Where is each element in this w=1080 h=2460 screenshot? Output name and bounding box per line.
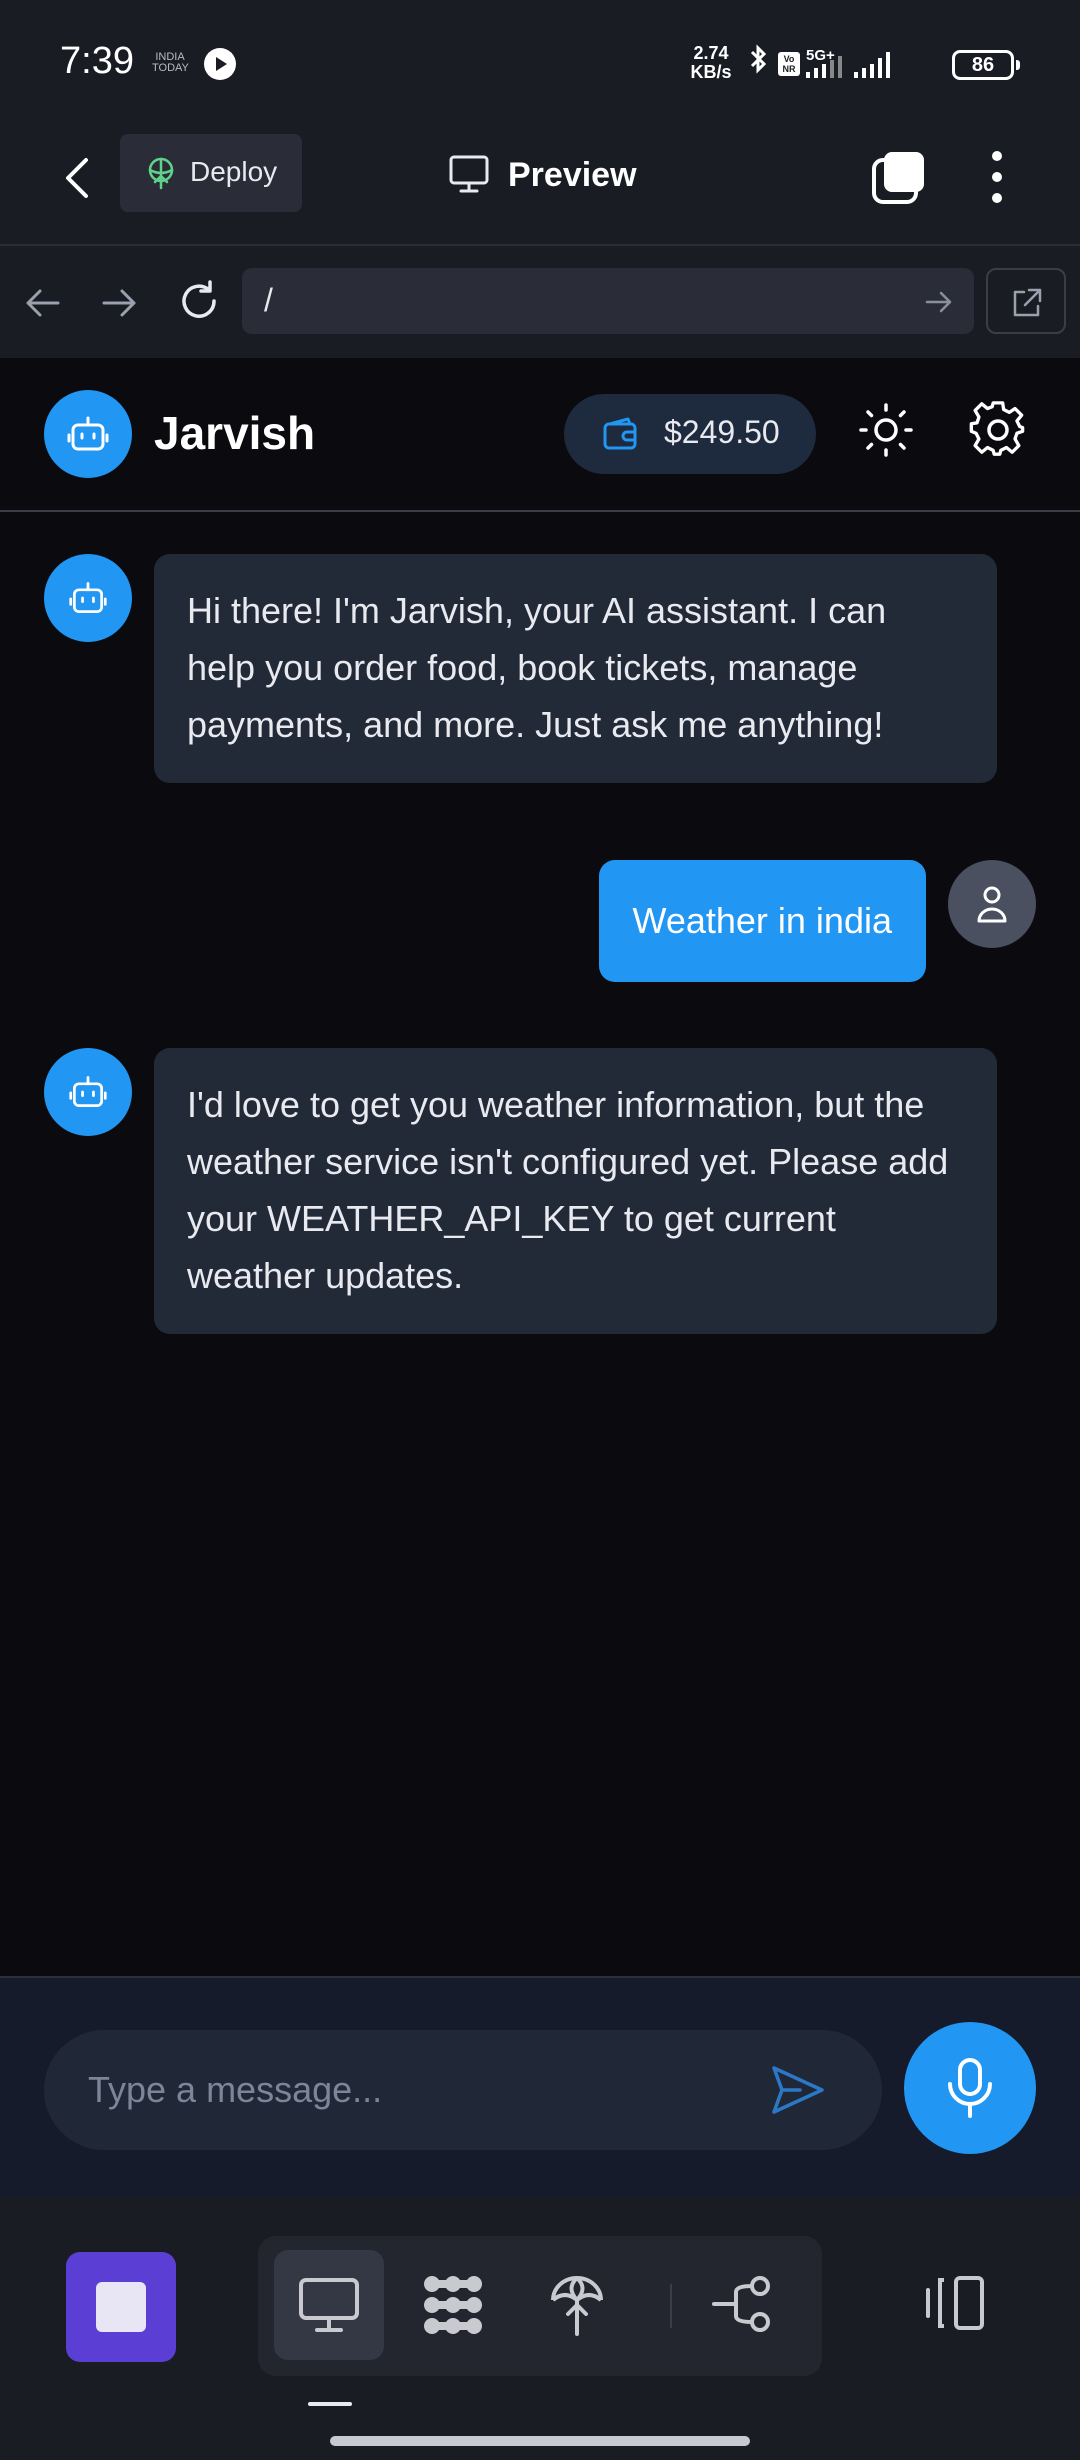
app-header: Jarvish $249.50 <box>0 358 1080 512</box>
battery-level: 86 <box>971 54 995 76</box>
status-bar: 7:39 INDIA TODAY 2.74 KB/s Vo NR 5G+ 86 <box>0 0 1080 120</box>
tool-apps[interactable] <box>398 2250 508 2360</box>
bot-icon <box>69 1076 107 1107</box>
battery-icon: 86 <box>952 50 1020 80</box>
deploy-button[interactable]: Deploy <box>120 134 302 212</box>
bot-icon <box>69 582 107 613</box>
active-tool-indicator <box>308 2402 352 2406</box>
tabs-icon[interactable] <box>870 148 928 206</box>
preview-label: Preview <box>508 156 637 194</box>
url-text[interactable]: / <box>264 282 273 319</box>
git-branch-icon <box>712 2276 770 2332</box>
monitor-icon <box>449 155 489 193</box>
side-panel-icon[interactable] <box>916 2266 996 2346</box>
network-speed-unit: KB/s <box>690 62 732 82</box>
tool-divider <box>670 2284 672 2328</box>
message-input[interactable] <box>88 2030 768 2150</box>
signal-icons: Vo NR 5G+ <box>750 44 890 78</box>
back-arrow-icon[interactable] <box>52 150 108 206</box>
assistant-message-bubble: I'd love to get you weather information,… <box>154 1048 997 1334</box>
top-app-bar: Deploy Preview <box>0 120 1080 246</box>
bottom-toolbar <box>0 2196 1080 2460</box>
svg-text:NR: NR <box>783 64 796 74</box>
apps-grid-icon <box>424 2276 482 2334</box>
sun-icon[interactable] <box>858 402 914 458</box>
user-message-bubble: Weather in india <box>598 860 926 982</box>
stop-button[interactable] <box>66 2252 176 2362</box>
assistant-message-bubble: Hi there! I'm Jarvish, your AI assistant… <box>154 554 997 783</box>
message-input-container[interactable] <box>44 2030 882 2150</box>
external-link-icon <box>1013 288 1042 317</box>
app-title: Jarvish <box>154 407 316 459</box>
bot-icon <box>67 416 109 451</box>
app-logo <box>44 390 132 478</box>
deploy-label: Deploy <box>190 156 278 187</box>
volte-label: Vo <box>784 54 795 64</box>
gear-icon[interactable] <box>968 400 1028 460</box>
network-speed-value: 2.74 <box>693 43 729 63</box>
bot-avatar <box>44 554 132 642</box>
nav-forward-icon[interactable] <box>98 282 140 324</box>
play-icon <box>204 48 236 80</box>
microphone-icon <box>948 2058 992 2118</box>
wallet-amount: $249.50 <box>664 414 780 450</box>
chat-app: Jarvish $249.50 Hi there! I'm Jarvish, y… <box>0 358 1080 1976</box>
deploy-icon <box>148 157 174 190</box>
send-icon[interactable] <box>770 2064 826 2116</box>
message-composer <box>0 1976 1080 2196</box>
url-bar[interactable]: / <box>242 268 974 334</box>
network-speed: 2.74 KB/s <box>686 44 736 82</box>
tool-preview[interactable] <box>274 2250 384 2360</box>
wallet-balance[interactable]: $249.50 <box>564 394 816 474</box>
tool-group <box>258 2236 822 2376</box>
bot-avatar <box>44 1048 132 1136</box>
tool-git[interactable] <box>688 2250 798 2360</box>
go-arrow-icon[interactable] <box>924 288 954 316</box>
deploy-icon <box>551 2276 603 2336</box>
monitor-icon <box>299 2278 359 2332</box>
more-vertical-icon[interactable] <box>976 148 1018 206</box>
reload-icon[interactable] <box>176 278 222 324</box>
news-app-icon: INDIA TODAY <box>152 51 189 74</box>
home-indicator[interactable] <box>330 2436 750 2446</box>
open-external-button[interactable] <box>986 268 1066 334</box>
browser-bar: / <box>0 248 1080 358</box>
wallet-icon <box>603 417 637 450</box>
microphone-button[interactable] <box>904 2022 1036 2154</box>
nav-back-icon[interactable] <box>22 282 64 324</box>
tool-deploy[interactable] <box>522 2250 632 2360</box>
user-icon <box>977 886 1007 923</box>
user-avatar <box>948 860 1036 948</box>
status-time: 7:39 <box>60 40 134 82</box>
